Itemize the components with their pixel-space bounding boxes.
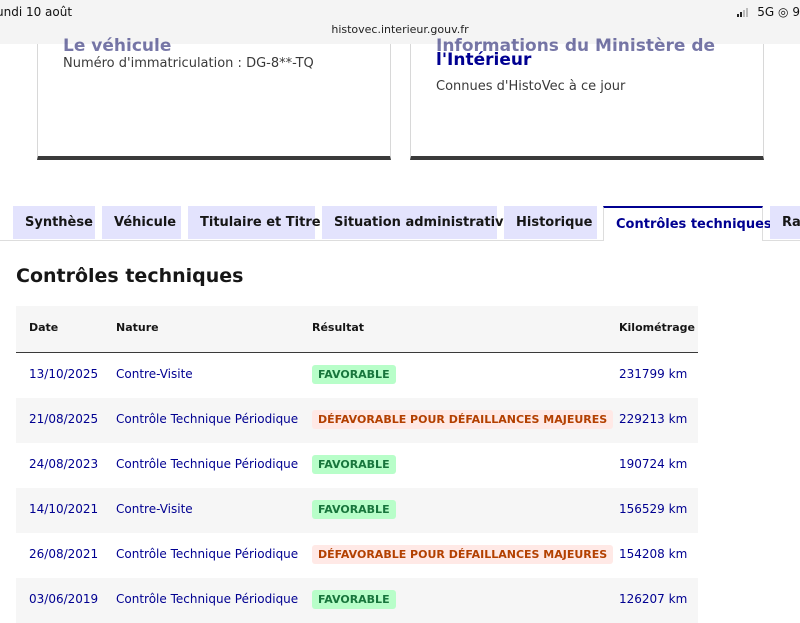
header-resultat: Résultat: [312, 321, 365, 334]
status-indicators: 5G ◎ 9: [737, 5, 800, 20]
row-nature: Contrôle Technique Périodique: [116, 592, 299, 606]
ministry-info-card: Informations du Ministère de l'Intérieur…: [410, 36, 764, 160]
row-km: 231799 km: [619, 367, 688, 381]
table-row: 26/08/2021 Contrôle Technique Périodique…: [16, 533, 698, 578]
plate-number-text: Numéro d'immatriculation : DG-8**-TQ: [63, 56, 314, 71]
tab-synthese[interactable]: Synthèse: [13, 206, 95, 239]
network-label: 5G: [757, 5, 775, 19]
tab-titulaire-titre[interactable]: Titulaire et Titre: [188, 206, 321, 239]
row-km: 126207 km: [619, 592, 688, 606]
table-row: 24/08/2023 Contrôle Technique Périodique…: [16, 443, 698, 488]
header-kilometrage: Kilométrage: [619, 321, 695, 334]
tab-historique[interactable]: Historique: [504, 206, 597, 239]
tab-vehicule[interactable]: Véhicule: [102, 206, 181, 239]
tab-controles-techniques[interactable]: Contrôles techniques: [603, 206, 772, 241]
row-nature: Contrôle Technique Périodique: [116, 412, 299, 426]
battery-level: 9: [792, 5, 800, 19]
table-row: 21/08/2025 Contrôle Technique Périodique…: [16, 398, 698, 443]
ministry-card-title-line2: l'Intérieur: [436, 50, 532, 70]
table-row: 03/06/2019 Contrôle Technique Périodique…: [16, 578, 698, 623]
row-date: 13/10/2025: [29, 367, 99, 381]
row-nature: Contrôle Technique Périodique: [116, 457, 299, 471]
result-badge: FAVORABLE: [312, 455, 396, 474]
result-badge: DÉFAVORABLE POUR DÉFAILLANCES MAJEURES: [312, 545, 614, 564]
vehicle-card: Le véhicule Numéro d'immatriculation : D…: [37, 36, 391, 160]
header-nature: Nature: [116, 321, 159, 334]
row-nature: Contrôle Technique Périodique: [116, 547, 299, 561]
row-date: 03/06/2019: [29, 592, 99, 606]
table-row: 13/10/2025 Contre-Visite FAVORABLE 23179…: [16, 353, 698, 398]
header-date: Date: [29, 321, 59, 334]
result-badge: DÉFAVORABLE POUR DÉFAILLANCES MAJEURES: [312, 410, 614, 429]
row-km: 154208 km: [619, 547, 688, 561]
tab-rapport[interactable]: Rap: [770, 206, 800, 239]
row-km: 156529 km: [619, 502, 688, 516]
row-date: 14/10/2021: [29, 502, 99, 516]
tab-bar: Synthèse Véhicule Titulaire et Titre Sit…: [0, 206, 800, 241]
result-badge: FAVORABLE: [312, 500, 396, 519]
address-bar-url[interactable]: histovec.interieur.gouv.fr: [0, 23, 800, 36]
ministry-card-subtitle: Connues d'HistoVec à ce jour: [436, 79, 626, 94]
table-row: 14/10/2021 Contre-Visite FAVORABLE 15652…: [16, 488, 698, 533]
row-date: 21/08/2025: [29, 412, 99, 426]
vehicle-card-title: Le véhicule: [63, 36, 172, 56]
signal-icon: [737, 6, 749, 20]
tab-situation-administrative[interactable]: Situation administrative: [322, 206, 512, 239]
row-date: 26/08/2021: [29, 547, 99, 561]
row-nature: Contre-Visite: [116, 367, 193, 381]
status-date: undi 10 août: [0, 5, 73, 19]
row-km: 229213 km: [619, 412, 688, 426]
result-badge: FAVORABLE: [312, 365, 396, 384]
row-nature: Contre-Visite: [116, 502, 193, 516]
row-date: 24/08/2023: [29, 457, 99, 471]
row-km: 190724 km: [619, 457, 688, 471]
inspections-table: Date Nature Résultat Kilométrage 13/10/2…: [16, 306, 698, 623]
table-header: Date Nature Résultat Kilométrage: [16, 306, 698, 353]
page-title: Contrôles techniques: [16, 265, 244, 287]
focus-icon: ◎: [778, 5, 789, 19]
